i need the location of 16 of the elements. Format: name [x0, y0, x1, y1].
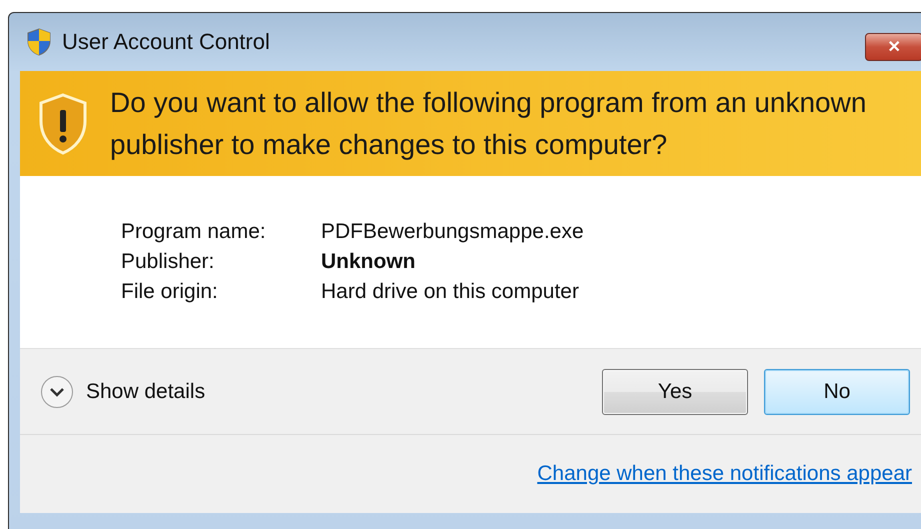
- warning-shield-icon: [38, 92, 88, 154]
- question-text: Do you want to allow the following program from an unknown publisher to make changes to this computer?: [110, 86, 868, 162]
- shield-icon: [26, 28, 52, 56]
- detail-label: Program name:: [121, 220, 267, 244]
- dialog-button[interactable]: No: [764, 368, 910, 414]
- detail-value: Unknown: [321, 250, 416, 274]
- detail-value: PDFBewerbungsmappe.exe: [321, 220, 585, 244]
- dialog-button[interactable]: Yes: [602, 368, 748, 414]
- close-button[interactable]: ✕: [865, 33, 921, 61]
- detail-label: Publisher:: [121, 250, 216, 274]
- detail-label: File origin:: [121, 280, 219, 304]
- detail-value: Hard drive on this computer: [321, 280, 580, 304]
- window-title: User Account Control: [62, 29, 270, 55]
- chevron-icon: [40, 374, 74, 408]
- show-details-toggle[interactable]: Show details: [40, 374, 206, 408]
- notification-settings-link[interactable]: Change when these notifications appear: [537, 462, 912, 486]
